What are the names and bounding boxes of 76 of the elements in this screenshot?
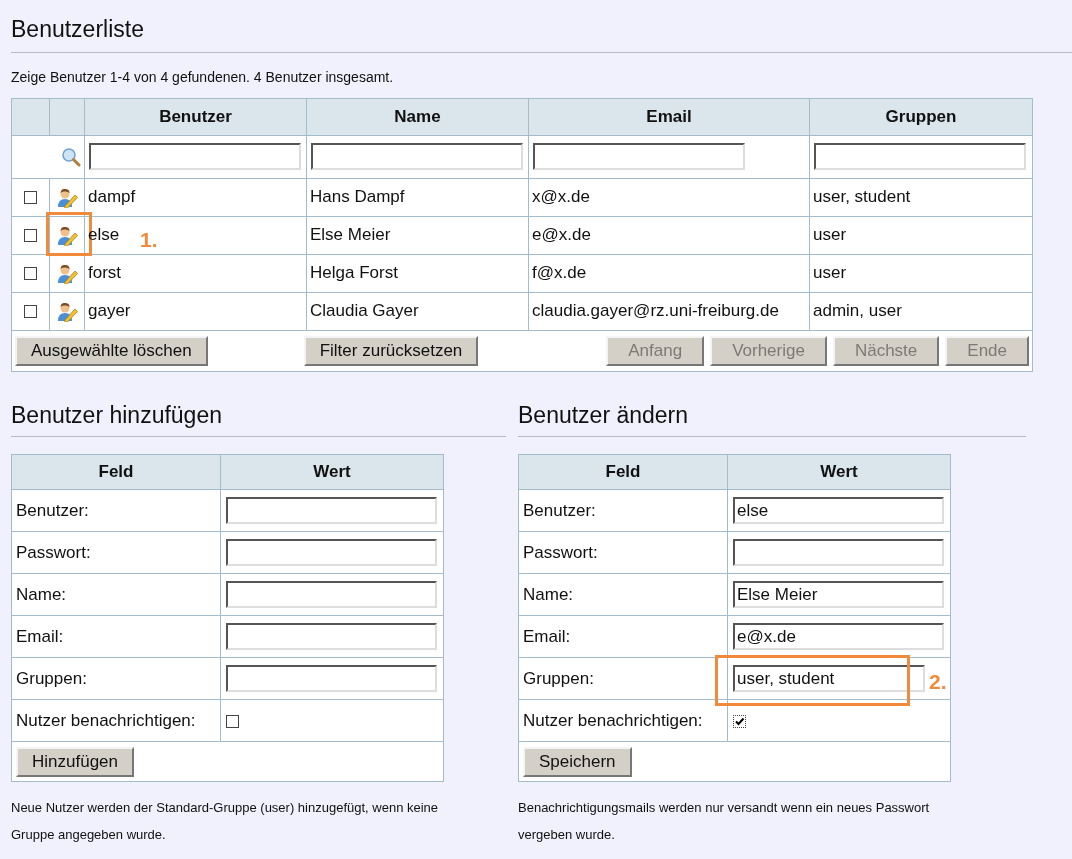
table-cell: Helga Forst [310, 263, 398, 283]
note-text: Benachrichtigungsmails werden nur versandt wenn ein neues Passwort vergeben wurde. [518, 799, 931, 844]
input-field[interactable]: else [733, 497, 944, 524]
button[interactable]: Ausgewählte löschen [15, 335, 208, 366]
input-field[interactable] [226, 665, 437, 692]
field-label: Gruppen: [16, 668, 87, 688]
button: Anfang [606, 335, 705, 366]
checkbox[interactable] [24, 191, 37, 205]
input-field[interactable]: e@x.de [733, 623, 944, 650]
table-cell: dampf [88, 187, 136, 207]
input-field[interactable] [89, 143, 301, 170]
field-label: Name: [523, 584, 574, 604]
table-cell: Claudia Gayer [310, 301, 419, 321]
column-header: Benutzer [159, 106, 232, 126]
table-cell: user [813, 225, 847, 245]
input-field[interactable] [733, 539, 944, 566]
table-cell: e@x.de [532, 225, 591, 245]
button[interactable]: Filter zurücksetzen [303, 335, 479, 366]
checkbox[interactable] [24, 229, 37, 243]
input-field[interactable] [311, 143, 523, 170]
section-title: Benutzer hinzufügen [11, 400, 223, 430]
user-edit-icon[interactable] [56, 225, 78, 246]
annotation-label: 1. [140, 226, 158, 253]
user-edit-icon[interactable] [56, 301, 78, 322]
column-header: Wert [820, 462, 858, 482]
section-title: Benutzer ändern [518, 400, 690, 430]
table-cell: forst [88, 263, 122, 283]
column-header: Feld [605, 462, 641, 482]
table-cell: user, student [813, 187, 911, 207]
input-field[interactable] [226, 497, 437, 524]
table-cell: claudia.gayer@rz.uni-freiburg.de [532, 301, 779, 321]
field-label: Email: [523, 626, 571, 646]
table-cell: Hans Dampf [310, 187, 405, 207]
user-edit-icon[interactable] [56, 187, 78, 208]
column-header: Email [646, 106, 692, 126]
checkbox[interactable] [24, 305, 37, 319]
input-field[interactable] [533, 143, 745, 170]
field-label: Benutzer: [16, 500, 89, 520]
table-cell: f@x.de [532, 263, 587, 283]
input-field[interactable]: Else Meier [733, 581, 944, 608]
field-label: Gruppen: [523, 668, 594, 688]
column-header: Wert [313, 462, 351, 482]
user-edit-icon[interactable] [56, 263, 78, 284]
checkbox[interactable] [226, 714, 239, 728]
button[interactable]: Speichern [523, 746, 632, 777]
summary-text: Zeige Benutzer 1-4 von 4 gefundenen. 4 Benutzer insgesamt. [11, 67, 395, 87]
checkbox[interactable] [733, 714, 746, 728]
button: Nächste [832, 335, 940, 366]
field-label: Passwort: [523, 542, 598, 562]
button[interactable]: Hinzufügen [16, 746, 134, 777]
note-text: Neue Nutzer werden der Standard-Gruppe (user) hinzugefügt, wenn keine Gruppe angegeben wurde. [11, 799, 440, 844]
button: Ende [945, 335, 1029, 366]
page-title: Benutzerliste [11, 15, 145, 44]
input-field[interactable] [814, 143, 1026, 170]
field-label: Name: [16, 584, 67, 604]
table-cell: x@x.de [532, 187, 590, 207]
table-cell: gayer [88, 301, 131, 321]
table-cell: Else Meier [310, 225, 391, 245]
input-field[interactable]: user, student [733, 665, 925, 692]
search-icon [61, 147, 81, 168]
input-field[interactable] [226, 623, 437, 650]
table-cell: user [813, 263, 847, 283]
checkbox[interactable] [24, 267, 37, 281]
input-field[interactable] [226, 581, 437, 608]
field-label: Passwort: [16, 542, 91, 562]
field-label: Nutzer benachrichtigen: [523, 710, 703, 730]
field-label: Benutzer: [523, 500, 596, 520]
column-header: Name [394, 106, 441, 126]
column-header: Gruppen [885, 106, 957, 126]
table-cell: admin, user [813, 301, 902, 321]
input-field[interactable] [226, 539, 437, 566]
button: Vorherige [710, 335, 827, 366]
column-header: Feld [98, 462, 134, 482]
field-label: Email: [16, 626, 64, 646]
annotation-label: 2. [929, 669, 947, 695]
field-label: Nutzer benachrichtigen: [16, 710, 196, 730]
